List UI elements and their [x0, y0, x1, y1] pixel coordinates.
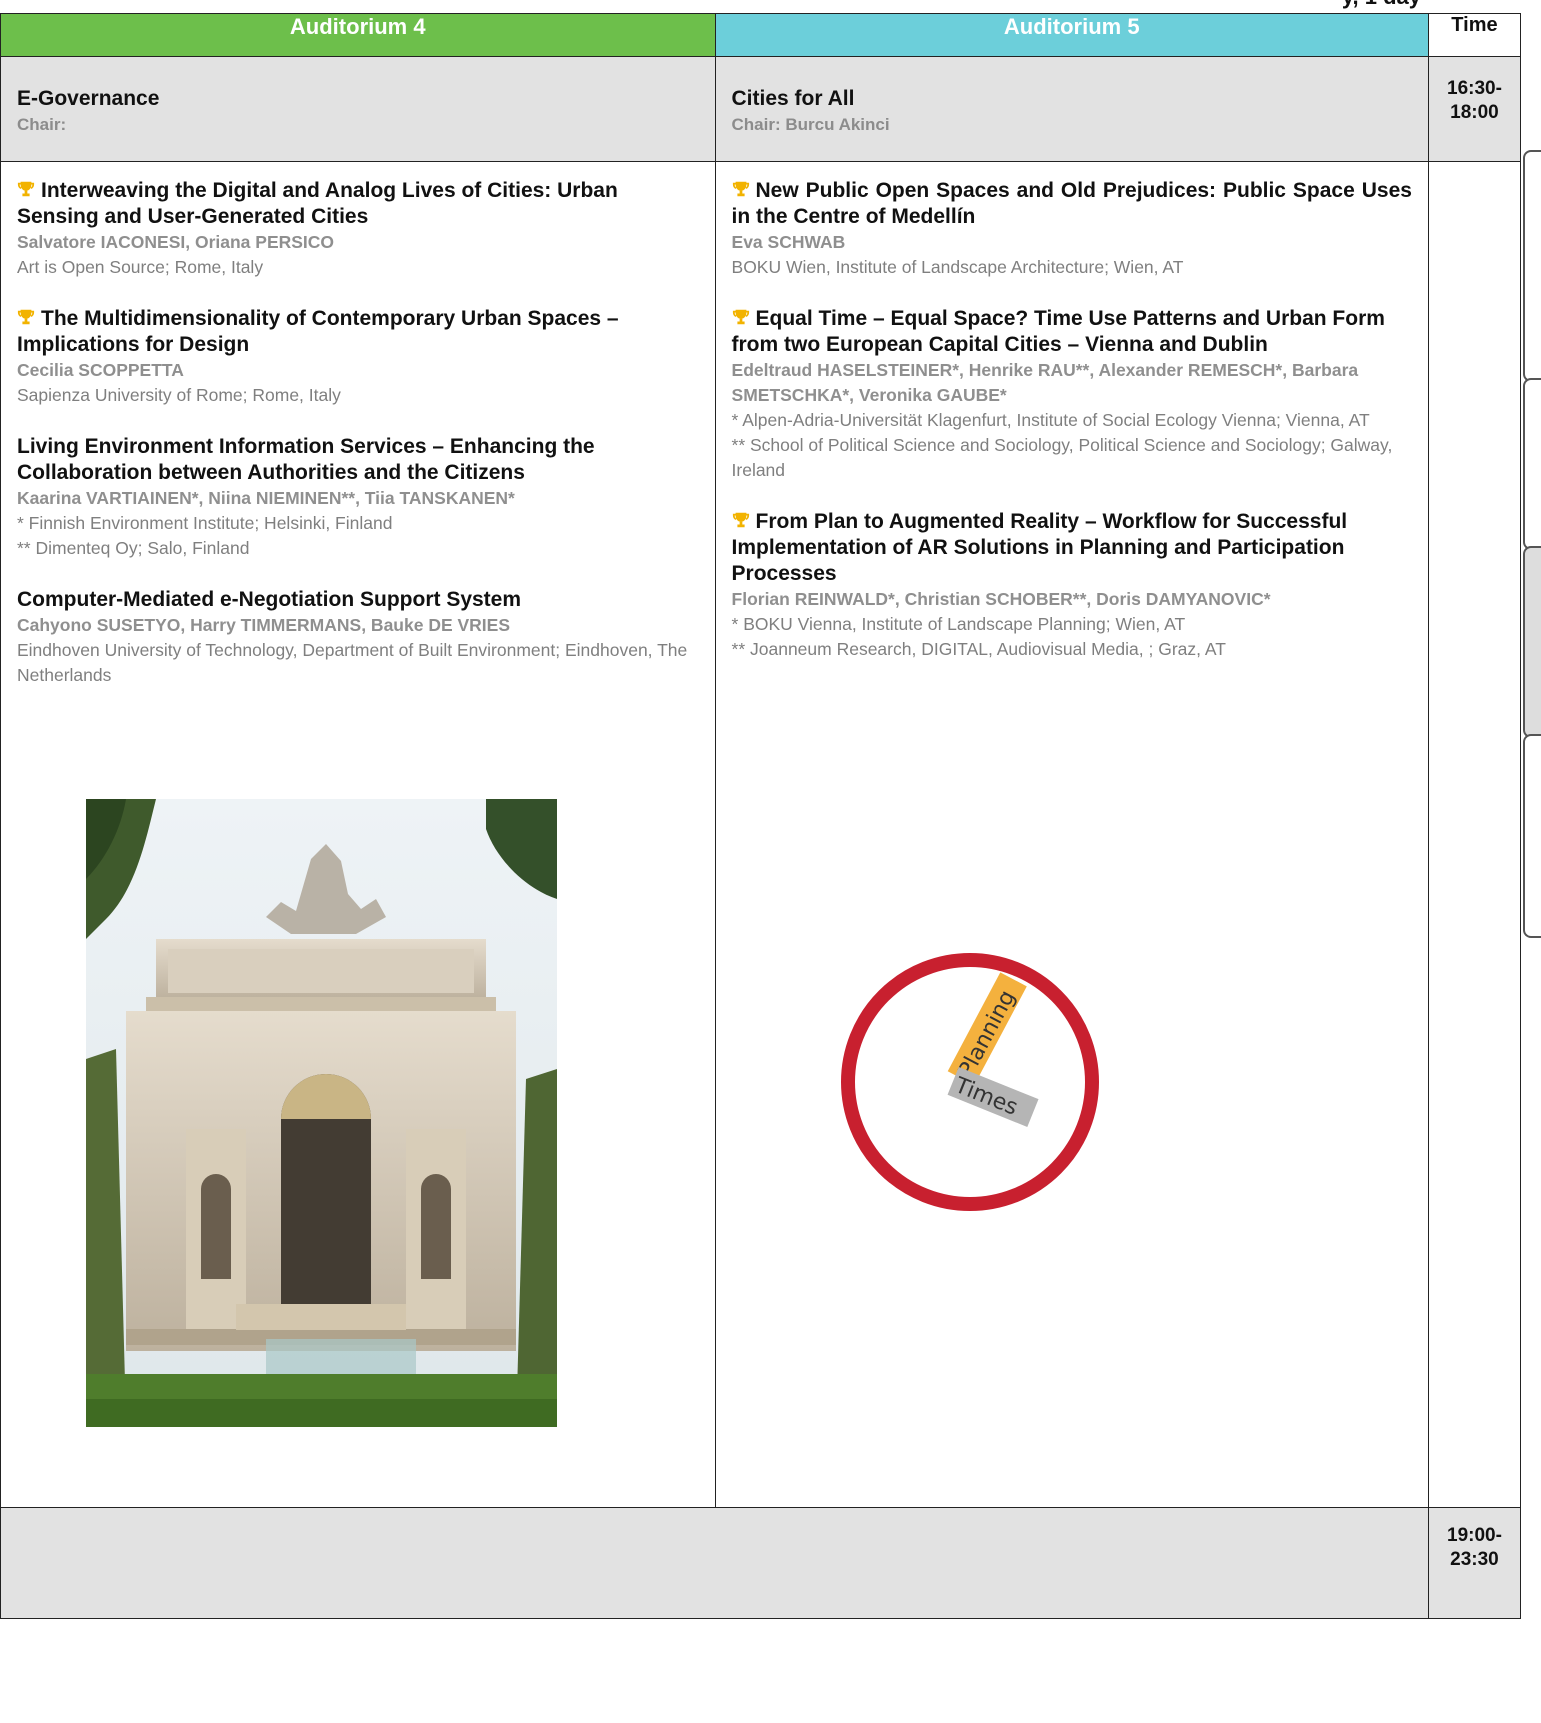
paper-title: Living Environment Information Services … [17, 435, 595, 484]
paper-affiliation: Sapienza University of Rome; Rome, Italy [17, 385, 341, 405]
paper-item: Living Environment Information Services … [17, 434, 699, 561]
cut-off-header-text: y, 1 day [1342, 0, 1421, 10]
evening-row: 19:00- 23:30 [0, 1507, 1522, 1619]
evening-time: 19:00- 23:30 [1429, 1524, 1520, 1572]
papers-right-cell: New Public Open Spaces and Old Prejudice… [714, 161, 1429, 1508]
papers-time-cell [1427, 161, 1522, 1508]
paper-affiliation: * Finnish Environment Institute; Helsink… [17, 513, 393, 533]
paper-item: New Public Open Spaces and Old Prejudice… [732, 178, 1412, 280]
session-right-cell: Cities for All Chair: Burcu Akinci [714, 56, 1429, 162]
paper-title: Interweaving the Digital and Analog Live… [17, 179, 618, 228]
auditorium5-header: Auditorium 5 [714, 13, 1429, 57]
paper-title: The Multidimensionality of Contemporary … [17, 307, 619, 356]
side-tab[interactable] [1523, 546, 1541, 738]
paper-authors: Edeltraud HASELSTEINER*, Henrike RAU**, … [731, 360, 1359, 405]
paper-affiliation: BOKU Wien, Institute of Landscape Archit… [731, 257, 1184, 277]
paper-affiliation: Eindhoven University of Technology, Depa… [17, 640, 688, 685]
time-end: 18:00 [1450, 102, 1499, 123]
paper-item: From Plan to Augmented Reality – Workflo… [732, 509, 1412, 662]
side-tab[interactable] [1523, 734, 1541, 938]
paper-authors: Cecilia SCOPPETTA [17, 360, 184, 380]
time-start: 16:30- [1447, 78, 1502, 99]
trophy-icon [17, 309, 35, 325]
paper-affiliation: Art is Open Source; Rome, Italy [17, 257, 264, 277]
paper-affiliation: ** Joanneum Research, DIGITAL, Audiovisu… [731, 639, 1226, 659]
paper-title: New Public Open Spaces and Old Prejudice… [731, 179, 1412, 228]
evening-time-cell: 19:00- 23:30 [1427, 1507, 1522, 1619]
side-tab[interactable] [1523, 378, 1541, 550]
session-time-cell: 16:30- 18:00 [1427, 56, 1522, 162]
trophy-icon [732, 181, 749, 197]
session-chair: Chair: [17, 115, 67, 134]
paper-affiliation: * BOKU Vienna, Institute of Landscape Pl… [731, 614, 1186, 634]
session-row: E-Governance Chair: Cities for All Chair… [0, 56, 1522, 162]
paper-affiliation: ** School of Political Science and Socio… [731, 435, 1393, 480]
side-tab[interactable] [1523, 150, 1541, 382]
time-start: 19:00- [1447, 1525, 1502, 1546]
trophy-icon [732, 309, 749, 325]
paper-item: The Multidimensionality of Contemporary … [17, 306, 699, 408]
paper-authors: Eva SCHWAB [731, 232, 846, 252]
paper-authors: Cahyono SUSETYO, Harry TIMMERMANS, Bauke… [17, 615, 511, 635]
paper-affiliation: * Alpen-Adria-Universität Klagenfurt, In… [731, 410, 1370, 430]
auditorium4-header: Auditorium 4 [0, 13, 716, 57]
paper-authors: Florian REINWALD*, Christian SCHOBER**, … [731, 589, 1271, 609]
paper-title: Equal Time – Equal Space? Time Use Patte… [731, 307, 1385, 356]
paper-authors: Salvatore IACONESI, Oriana PERSICO [17, 232, 335, 252]
time-end: 23:30 [1450, 1549, 1499, 1570]
paper-title: From Plan to Augmented Reality – Workflo… [731, 510, 1348, 585]
session-chair: Chair: Burcu Akinci [731, 115, 890, 134]
side-tabs [1523, 150, 1541, 940]
paper-affiliation: ** Dimenteq Oy; Salo, Finland [17, 538, 250, 558]
planning-times-logo: Planning Times [841, 953, 1099, 1211]
session-left-cell: E-Governance Chair: [0, 56, 716, 162]
trophy-icon [732, 512, 749, 528]
session-title: E-Governance [17, 87, 160, 110]
building-photo [86, 799, 557, 1427]
evening-cell [0, 1507, 1429, 1619]
header-row: Auditorium 4 Auditorium 5 Time [0, 13, 1522, 57]
paper-item: Interweaving the Digital and Analog Live… [17, 178, 699, 280]
paper-item: Computer-Mediated e-Negotiation Support … [17, 587, 699, 688]
session-title: Cities for All [731, 87, 855, 110]
time-header: Time [1427, 13, 1522, 57]
paper-authors: Kaarina VARTIAINEN*, Niina NIEMINEN**, T… [17, 488, 515, 508]
trophy-icon [17, 181, 35, 197]
session-time: 16:30- 18:00 [1429, 77, 1520, 125]
paper-item: Equal Time – Equal Space? Time Use Patte… [732, 306, 1412, 483]
paper-title: Computer-Mediated e-Negotiation Support … [17, 588, 522, 611]
